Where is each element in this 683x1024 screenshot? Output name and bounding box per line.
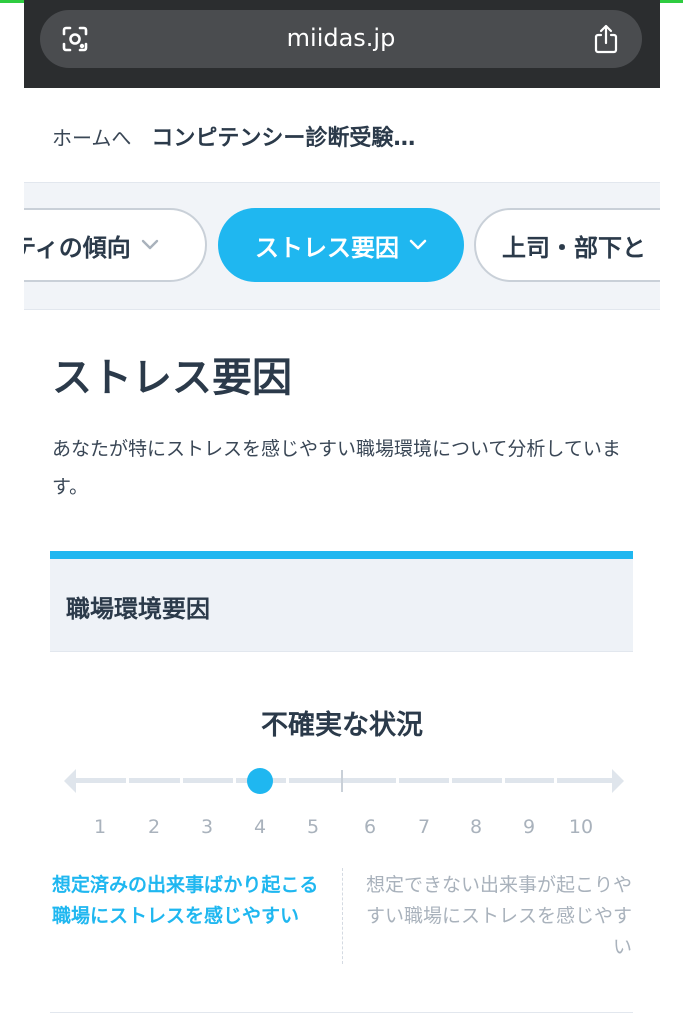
scale-tick [232, 776, 236, 785]
scale-tick [285, 776, 289, 785]
score-scale [64, 766, 624, 796]
scale-track [76, 778, 612, 783]
scale-tick [501, 776, 505, 785]
scale-number: 3 [200, 816, 214, 838]
url-text[interactable]: miidas.jp [40, 24, 642, 52]
scale-number: 5 [306, 816, 320, 838]
tab-boss-subordinate[interactable]: 上司・部下と [474, 208, 660, 282]
tab-personality-tendency[interactable]: ティの傾向 [24, 208, 207, 282]
section-header: 職場環境要因 [50, 559, 633, 652]
factor-title: 不確実な状況 [261, 710, 423, 741]
breadcrumb-current: コンピテンシー診断受験… [151, 126, 416, 151]
tab-label: 上司・部下と [502, 233, 646, 262]
scale-number: 4 [253, 816, 267, 838]
category-tab-strip[interactable]: ティの傾向 ストレス要因 上司・部下と [24, 182, 660, 310]
score-marker [247, 768, 273, 794]
scale-number: 2 [147, 816, 161, 838]
left-pole-description: 想定済みの出来事ばかり起こる職場にストレスを感じやすい [52, 874, 319, 927]
scale-center-marker [340, 770, 343, 792]
tab-label: ストレス要因 [255, 233, 399, 262]
page-description: あなたが特にストレスを感じやすい職場環境について分析しています。 [52, 438, 621, 498]
address-bar[interactable]: miidas.jp [40, 10, 642, 68]
scale-number: 7 [417, 816, 431, 838]
share-icon[interactable] [592, 23, 620, 55]
scale-tick [126, 776, 129, 785]
scale-tick [179, 776, 183, 785]
scale-numbers: 1 2 3 4 5 6 7 8 9 10 [24, 816, 660, 840]
section-title: 職場環境要因 [66, 595, 210, 623]
right-pole-description: 想定できない出来事が起こりやすい職場にストレスを感じやすい [365, 874, 632, 958]
breadcrumb: ホームへ コンピテンシー診断受験… [52, 118, 415, 154]
scale-number: 10 [568, 816, 594, 838]
scale-tick [554, 776, 557, 785]
description-divider [342, 868, 343, 964]
section-bottom-divider [50, 1012, 633, 1013]
section-accent-bar [50, 551, 633, 559]
scale-tick [396, 776, 399, 785]
scale-number: 6 [363, 816, 377, 838]
scale-number: 1 [93, 816, 107, 838]
tab-stress-factors[interactable]: ストレス要因 [218, 208, 464, 282]
chevron-down-icon [141, 239, 158, 250]
phone-screen: miidas.jp ホームへ コンピテンシー診断受験… ティの傾向 ストレス要因… [24, 0, 660, 1024]
scale-tick [449, 776, 452, 785]
arrow-left-icon [64, 769, 76, 793]
scale-number: 9 [522, 816, 536, 838]
arrow-right-icon [612, 769, 624, 793]
tab-label: ティの傾向 [24, 233, 131, 262]
scale-number: 8 [469, 816, 483, 838]
browser-bar: miidas.jp [24, 0, 660, 88]
chevron-down-icon [409, 239, 427, 250]
breadcrumb-home-link[interactable]: ホームへ [52, 122, 131, 151]
page-title: ストレス要因 [52, 355, 292, 401]
